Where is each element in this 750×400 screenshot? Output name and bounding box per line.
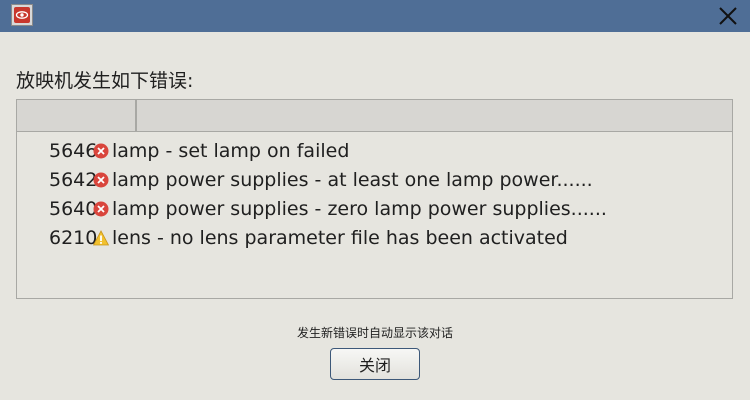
close-icon [719, 7, 737, 25]
error-code: 5646 [49, 140, 98, 162]
error-code: 6210 [49, 227, 98, 249]
list-item[interactable]: 5640 lamp power supplies - zero lamp pow… [17, 195, 732, 224]
error-icon [93, 201, 109, 217]
status-text: 发生新错误时自动显示该对话 [296, 326, 453, 340]
error-prompt: 放映机发生如下错误: [16, 70, 194, 92]
error-list[interactable]: 5646 lamp - set lamp on failed 5642 lamp… [16, 99, 733, 299]
error-code: 5640 [49, 198, 98, 220]
list-header [17, 100, 732, 132]
list-item[interactable]: 6210 lens - no lens parameter file has b… [17, 224, 732, 253]
error-message: lamp - set lamp on failed [112, 140, 350, 162]
error-rows: 5646 lamp - set lamp on failed 5642 lamp… [17, 137, 732, 253]
close-button[interactable]: 关闭 [330, 348, 420, 380]
title-bar [0, 0, 750, 32]
warning-icon [93, 230, 109, 246]
error-message: lens - no lens parameter file has been a… [112, 227, 568, 249]
error-icon [93, 172, 109, 188]
list-item[interactable]: 5642 lamp power supplies - at least one … [17, 166, 732, 195]
column-divider[interactable] [135, 100, 137, 131]
error-message: lamp power supplies - at least one lamp … [112, 169, 593, 191]
projector-app-icon [11, 4, 33, 26]
error-code: 5642 [49, 169, 98, 191]
error-message: lamp power supplies - zero lamp power su… [112, 198, 607, 220]
close-window-button[interactable] [715, 3, 741, 29]
error-icon [93, 143, 109, 159]
list-item[interactable]: 5646 lamp - set lamp on failed [17, 137, 732, 166]
